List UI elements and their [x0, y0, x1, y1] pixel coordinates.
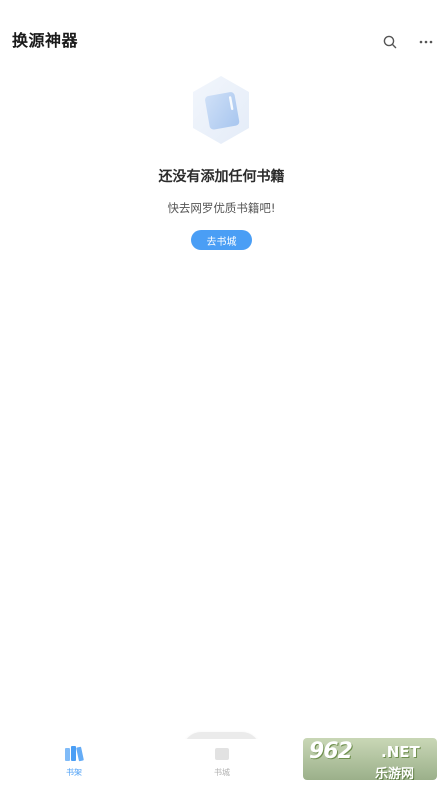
- site-watermark: 962 .NET 乐游网: [303, 738, 437, 780]
- empty-state-subtitle: 快去网罗优质书籍吧!: [167, 201, 276, 215]
- tab-store[interactable]: 书城: [192, 743, 252, 787]
- go-to-store-button[interactable]: 去书城: [191, 230, 252, 250]
- tab-label: 书架: [66, 768, 82, 777]
- empty-shelf-illustration: [189, 74, 253, 146]
- search-icon[interactable]: [380, 32, 400, 52]
- app-screen: 换源神器 还没有添加任何书籍 快去网罗优质书籍吧! 去书城 书架 书城 962 …: [0, 0, 443, 787]
- tab-bookshelf[interactable]: 书架: [44, 743, 104, 787]
- watermark-logo-net: .NET: [381, 743, 420, 761]
- watermark-logo: 962: [309, 739, 353, 764]
- page-title: 换源神器: [12, 31, 79, 50]
- watermark-text: 乐游网: [375, 767, 415, 780]
- empty-state-title: 还没有添加任何书籍: [158, 169, 285, 185]
- more-icon[interactable]: [416, 32, 436, 52]
- bookshelf-icon: [63, 743, 85, 765]
- tab-label: 书城: [214, 768, 230, 777]
- store-icon: [211, 743, 233, 765]
